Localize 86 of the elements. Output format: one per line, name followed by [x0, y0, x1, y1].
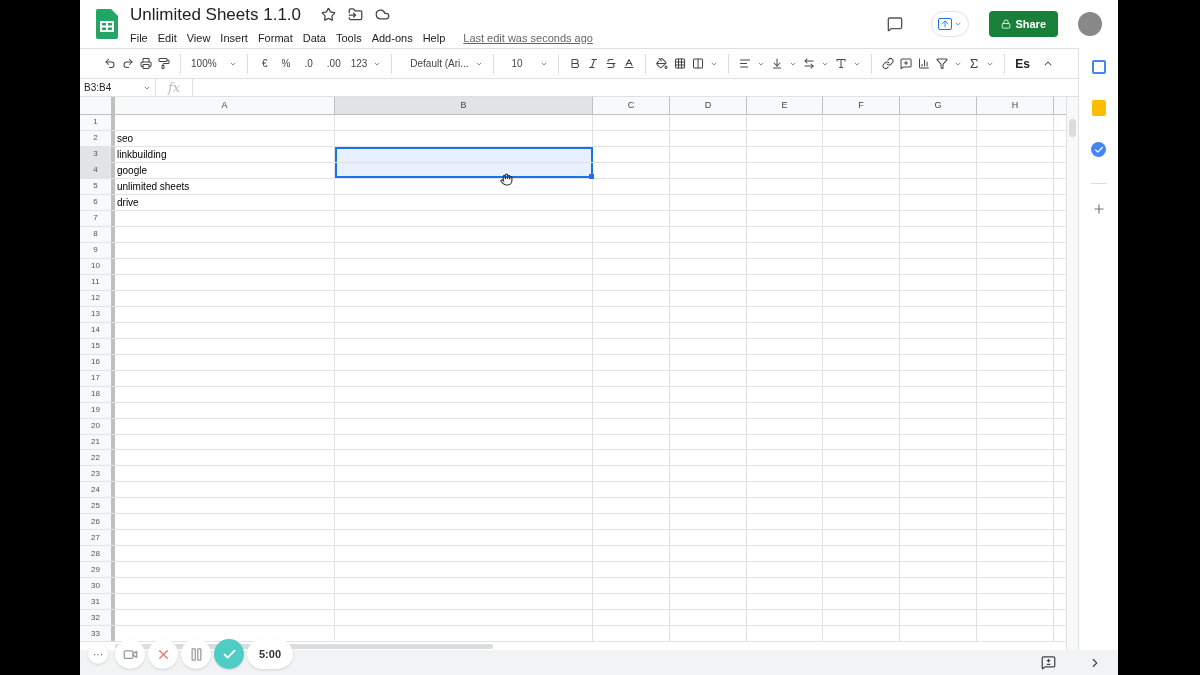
column-header[interactable]: H: [977, 97, 1054, 114]
filter-icon[interactable]: [936, 56, 949, 71]
column-header[interactable]: C: [593, 97, 670, 114]
menu-item[interactable]: Data: [302, 29, 326, 46]
currency-button[interactable]: €: [258, 56, 272, 71]
row-header[interactable]: 30: [80, 578, 115, 594]
row-header[interactable]: 28: [80, 546, 115, 562]
row-header[interactable]: 31: [80, 594, 115, 610]
more-button[interactable]: ···: [88, 644, 108, 664]
lock-icon: [1001, 19, 1012, 29]
menu-item[interactable]: View: [186, 29, 211, 46]
row-header[interactable]: 24: [80, 482, 115, 498]
cell-text: seo: [117, 131, 134, 146]
chart-icon[interactable]: [918, 56, 931, 71]
cell-text: drive: [117, 195, 139, 210]
name-box[interactable]: B3:B4: [80, 79, 156, 96]
row-header[interactable]: 29: [80, 562, 115, 578]
column-header[interactable]: F: [823, 97, 900, 114]
menu-item[interactable]: File: [130, 29, 148, 46]
comments-icon[interactable]: [887, 16, 904, 32]
column-header[interactable]: G: [900, 97, 977, 114]
explore-icon[interactable]: [1041, 655, 1056, 670]
menu-item[interactable]: Edit: [157, 29, 177, 46]
paint-format-icon[interactable]: [158, 56, 171, 71]
fill-color-icon[interactable]: [655, 56, 668, 71]
present-icon: [938, 18, 953, 30]
vertical-align-icon[interactable]: [770, 56, 783, 71]
tasks-icon[interactable]: [1091, 142, 1106, 157]
sheets-logo-icon[interactable]: [96, 9, 118, 39]
menu-item[interactable]: Tools: [335, 29, 362, 46]
row-header[interactable]: 22: [80, 450, 115, 466]
undo-icon[interactable]: [104, 56, 117, 71]
formula-label: fx: [166, 78, 182, 97]
menu-item[interactable]: Insert: [220, 29, 248, 46]
font-dropdown[interactable]: Default (Ari...: [410, 56, 469, 71]
extension-button[interactable]: Es: [1015, 54, 1030, 73]
last-edit-link[interactable]: Last edit was seconds ago: [463, 29, 593, 46]
number-format-dropdown[interactable]: 123: [350, 56, 368, 71]
timer: 5:00: [247, 639, 294, 669]
row-header[interactable]: 26: [80, 514, 115, 530]
increase-decimals-button[interactable]: .00: [322, 56, 345, 71]
text-wrap-icon[interactable]: [803, 56, 816, 71]
menu-item[interactable]: Format: [257, 29, 293, 46]
row-header[interactable]: 25: [80, 498, 115, 514]
percent-button[interactable]: %: [277, 56, 295, 71]
functions-icon[interactable]: [968, 56, 981, 71]
calendar-icon[interactable]: [1091, 60, 1106, 74]
print-icon[interactable]: [140, 56, 153, 71]
font-size-dropdown[interactable]: 10: [511, 56, 534, 71]
strikethrough-icon[interactable]: [604, 56, 617, 71]
row-header[interactable]: 27: [80, 530, 115, 546]
decrease-decimals-button[interactable]: .0: [300, 56, 317, 71]
hand-cursor-icon: [500, 173, 513, 186]
text-rotation-icon[interactable]: [835, 56, 848, 71]
row-header[interactable]: 23: [80, 466, 115, 482]
document-title[interactable]: Unlimited Sheets 1.1.0: [130, 2, 302, 28]
zoom-dropdown[interactable]: 100%: [191, 56, 224, 71]
row-header[interactable]: 33: [80, 626, 115, 642]
column-header[interactable]: E: [747, 97, 823, 114]
add-comment-icon[interactable]: [900, 56, 913, 71]
align-left-icon[interactable]: [738, 56, 751, 71]
share-button[interactable]: Share: [989, 11, 1058, 37]
link-icon[interactable]: [882, 56, 895, 71]
avatar[interactable]: [1078, 12, 1102, 36]
column-header[interactable]: B: [335, 97, 593, 114]
bold-icon[interactable]: [568, 56, 581, 71]
menu-item[interactable]: Add-ons: [371, 29, 413, 46]
merge-cells-icon[interactable]: [691, 56, 705, 71]
fill-handle[interactable]: [589, 173, 594, 179]
redo-icon[interactable]: [122, 56, 135, 71]
vertical-scrollbar[interactable]: [1066, 97, 1078, 650]
borders-icon[interactable]: [673, 56, 686, 71]
column-header[interactable]: D: [670, 97, 747, 114]
cell-text: unlimited sheets: [117, 179, 190, 194]
cell-text: google: [117, 163, 148, 178]
italic-icon[interactable]: [586, 56, 599, 71]
row-header[interactable]: 32: [80, 610, 115, 626]
pause-icon: [188, 646, 204, 662]
caret-icon: [954, 20, 963, 28]
text-color-icon[interactable]: [623, 56, 636, 71]
camera-button[interactable]: [115, 639, 145, 669]
cell-text: linkbuilding: [117, 147, 167, 162]
menu-item[interactable]: Help: [422, 29, 446, 46]
cloud-icon[interactable]: [375, 7, 391, 23]
folder-icon[interactable]: [348, 7, 364, 23]
star-icon[interactable]: [321, 7, 337, 23]
